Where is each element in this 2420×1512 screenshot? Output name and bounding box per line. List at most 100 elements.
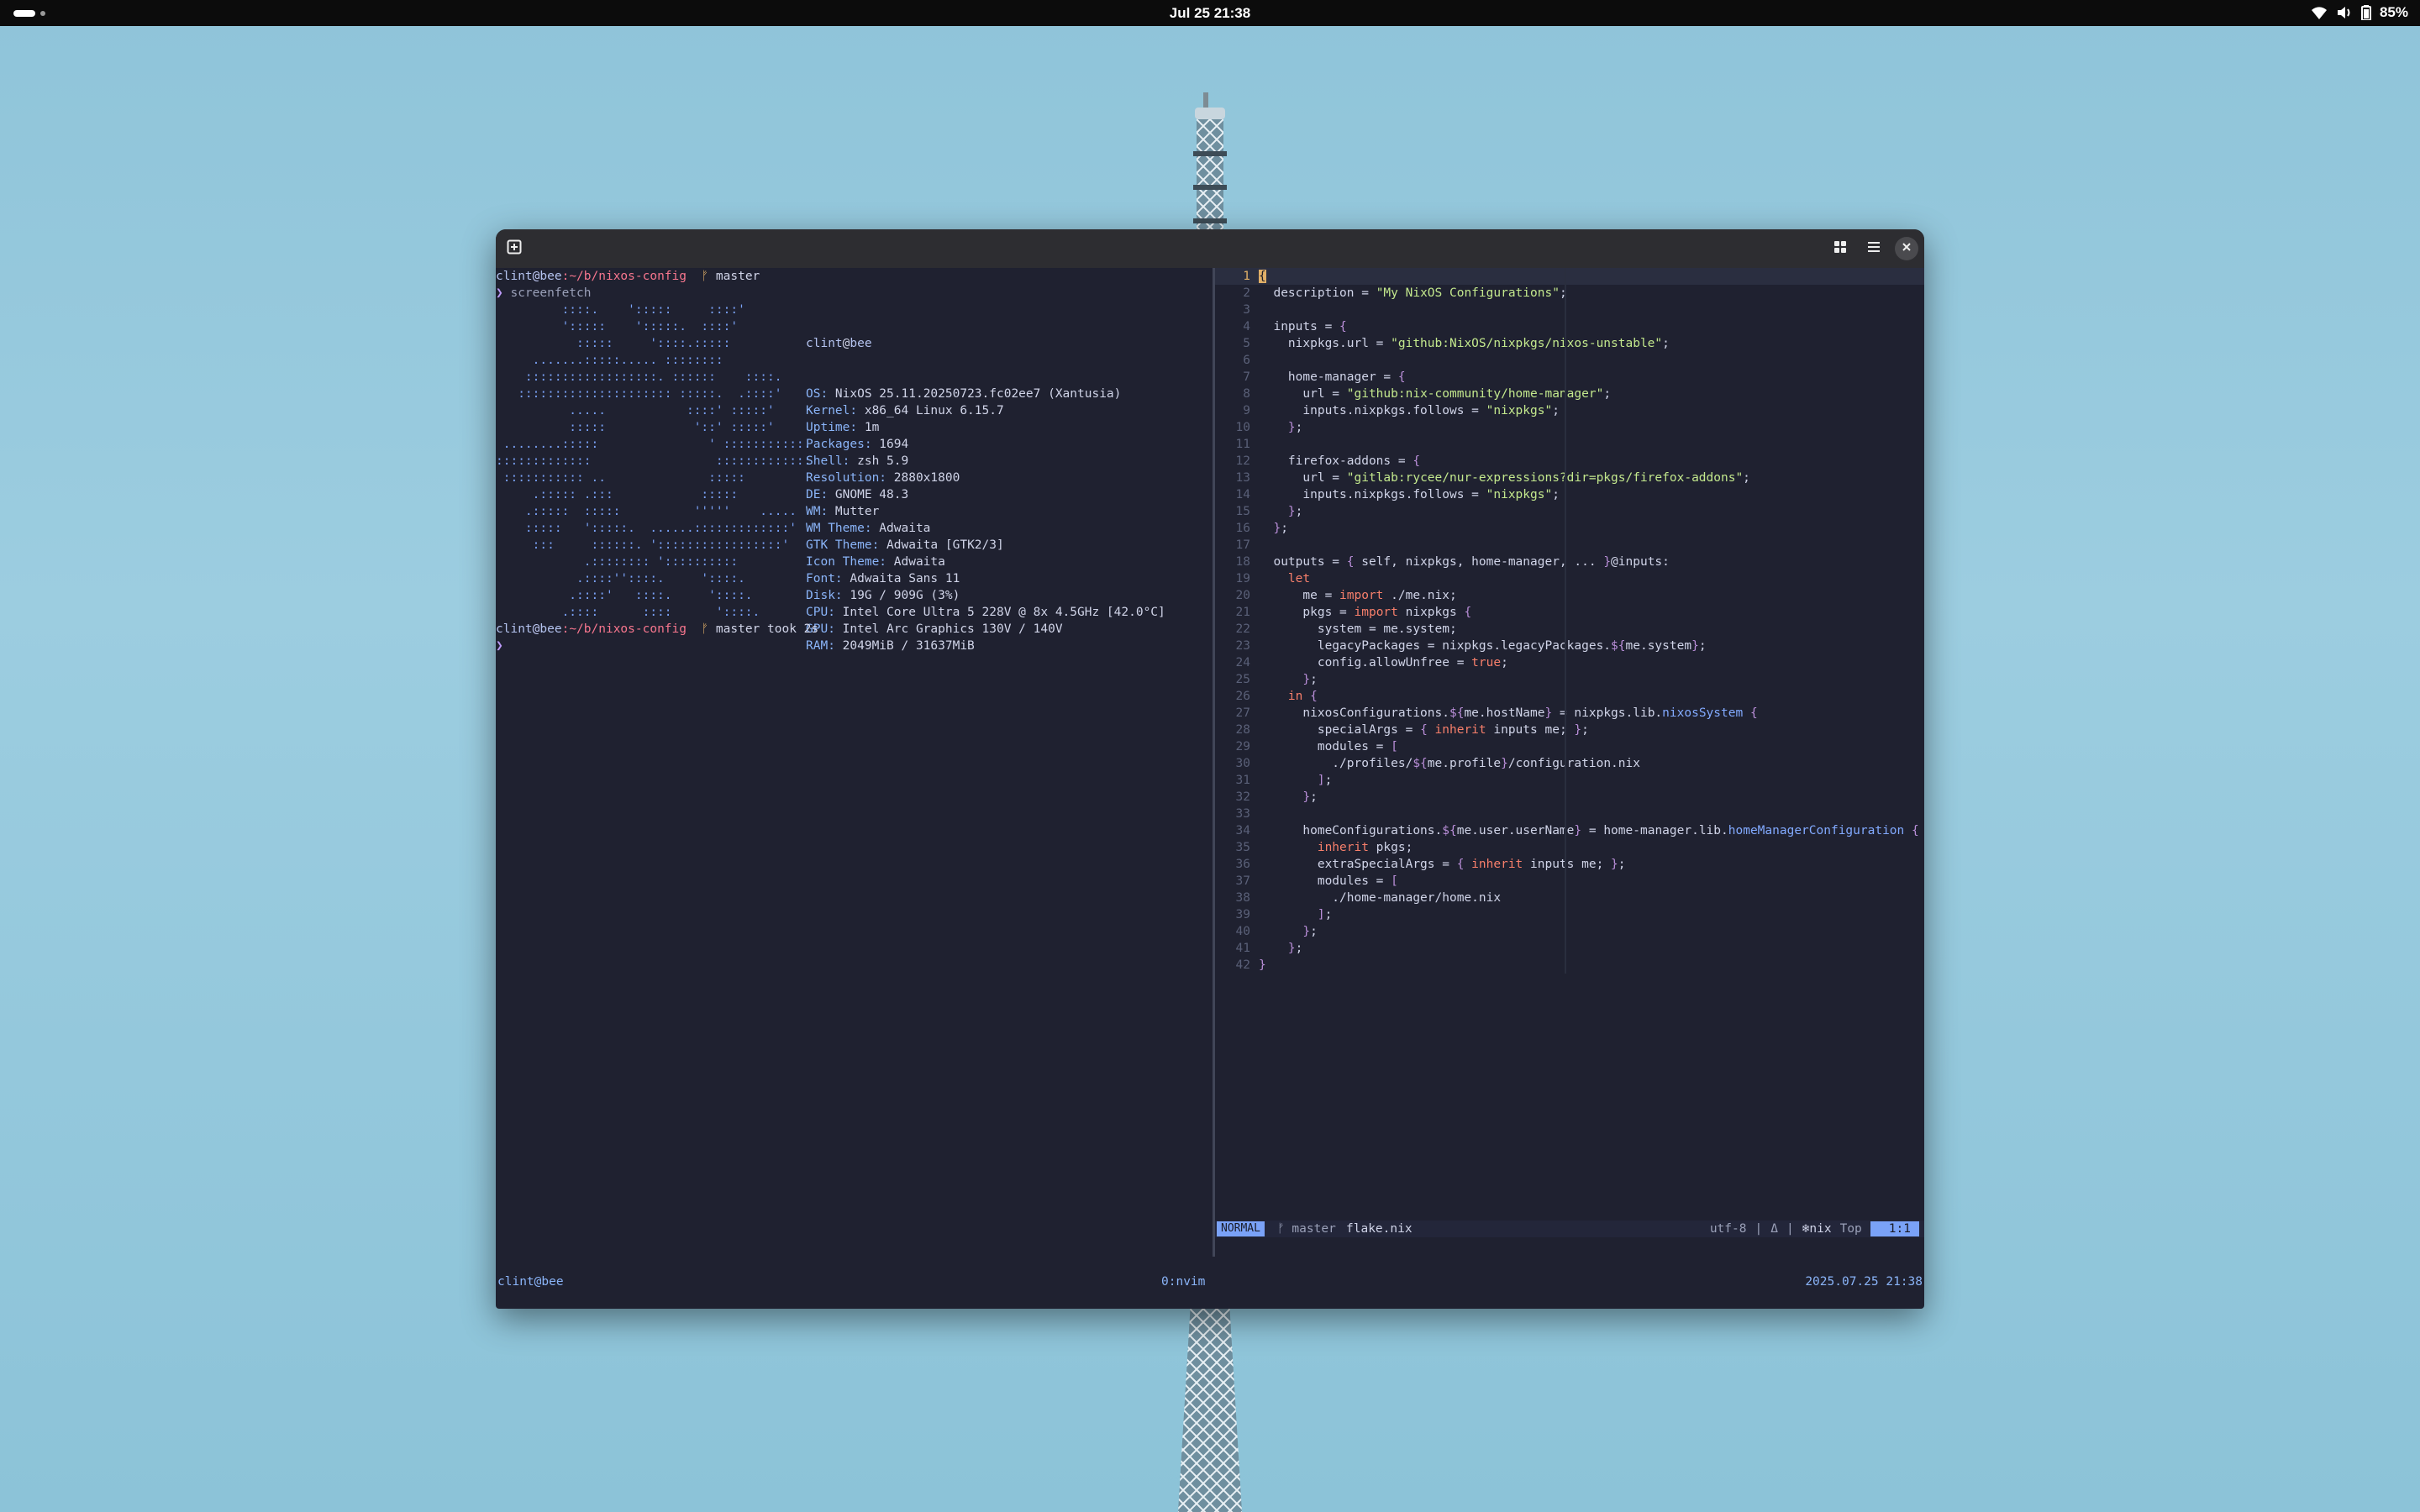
code-line[interactable]: }; [1259,671,1914,688]
line-number: 42 [1235,958,1250,972]
code-token: specialArgs = [1259,723,1421,737]
line-number: 24 [1235,656,1250,669]
code-line[interactable] [1259,352,1914,369]
code-line[interactable]: let [1259,570,1914,587]
volume-icon[interactable] [2336,5,2353,20]
code-token: inputs me; [1523,858,1612,871]
nvim-pane[interactable]: 1 2 3 4 5 6 7 8 9 10 11 12 13 14 15 16 17 18 19 20 21 22 23 24 2… [1215,268,1924,1257]
code-line[interactable]: ]; [1259,772,1914,789]
code-line[interactable]: homeConfigurations.${me.user.userName} =… [1259,822,1918,839]
code-token: ; [1581,723,1589,737]
line-number: 1 [1243,270,1250,283]
code-line[interactable]: pkgs = import nixpkgs { [1259,604,1914,621]
line-number: 2 [1243,286,1250,300]
code-line[interactable]: inherit pkgs; [1259,839,1914,856]
code-line[interactable]: inputs = { [1259,318,1914,335]
code-buffer[interactable]: { description = "My NixOS Configurations… [1259,268,1919,974]
code-line[interactable]: system = me.system; [1259,621,1914,638]
info-title-host: bee [850,337,872,350]
code-token: } [1302,673,1311,686]
git-branch-icon: ᚠ [701,270,709,283]
code-line[interactable]: nixpkgs.url = "github:NixOS/nixpkgs/nixo… [1259,335,1914,352]
system-tray[interactable]: 85% [2311,4,2408,21]
code-line[interactable]: ./home-manager/home.nix [1259,890,1914,906]
code-line[interactable]: legacyPackages = nixpkgs.legacyPackages.… [1259,638,1914,654]
info-row: Shell: zsh 5.9 [806,453,1165,470]
code-line[interactable]: } [1259,957,1914,974]
input-line[interactable]: ❯ [496,638,503,654]
clock[interactable]: Jul 25 21:38 [0,5,2420,22]
code-line[interactable]: url = "gitlab:rycee/nur-expressions?dir=… [1259,470,1914,486]
code-token: } [1259,958,1266,972]
logo-line: '::::: ':::::. ::::' [496,320,739,333]
code-token: } [1691,639,1699,653]
code-line[interactable] [1259,302,1914,318]
battery-icon[interactable] [2360,5,2371,20]
info-row: RAM: 2049MiB / 31637MiB [806,638,1165,654]
code-line[interactable]: me = import ./me.nix; [1259,587,1914,604]
code-line[interactable]: ]; [1259,906,1914,923]
code-line[interactable]: inputs.nixpkgs.follows = "nixpkgs"; [1259,486,1914,503]
code-line[interactable]: description = "My NixOS Configurations"; [1259,285,1914,302]
code-line[interactable]: inputs.nixpkgs.follows = "nixpkgs"; [1259,402,1914,419]
code-line[interactable]: outputs = { self, nixpkgs, home-manager,… [1259,554,1914,570]
line-number: 12 [1235,454,1250,468]
window-titlebar[interactable] [496,229,1924,268]
code-line[interactable] [1259,806,1914,822]
code-line[interactable]: modules = [ [1259,873,1914,890]
code-line[interactable]: }; [1259,923,1914,940]
code-token: pkgs; [1368,841,1413,854]
code-line[interactable]: extraSpecialArgs = { inherit inputs me; … [1259,856,1914,873]
code-token: legacyPackages = nixpkgs.legacyPackages. [1259,639,1612,653]
code-line[interactable]: firefox-addons = { [1259,453,1914,470]
code-line[interactable]: }; [1259,520,1914,537]
code-token: inputs me; [1486,723,1575,737]
code-token: { [1346,555,1355,569]
code-line[interactable] [1259,537,1914,554]
prompt-user: clint [496,270,533,283]
info-row: CPU: Intel Core Ultra 5 228V @ 8x 4.5GHz… [806,604,1165,621]
close-button[interactable] [1895,237,1918,260]
code-token: url = [1259,387,1347,401]
code-line[interactable]: nixosConfigurations.${me.hostName} = nix… [1259,705,1914,722]
code-line[interactable]: config.allowUnfree = true; [1259,654,1914,671]
code-token: config.allowUnfree = [1259,656,1472,669]
code-token: ; [1662,337,1670,350]
line-number: 6 [1243,354,1250,367]
code-token: } [1302,790,1311,804]
code-line[interactable]: }; [1259,789,1914,806]
code-line[interactable]: ./profiles/${me.profile}/configuration.n… [1259,755,1914,772]
code-line[interactable]: }; [1259,940,1914,957]
code-token: ${ [1442,824,1457,837]
new-tab-button[interactable] [502,237,526,260]
status-encoding: utf-8 [1709,1222,1747,1236]
code-line[interactable]: url = "github:nix-community/home-manager… [1259,386,1914,402]
code-token: } [1287,942,1296,955]
menu-button[interactable] [1862,237,1886,260]
line-number: 32 [1235,790,1250,804]
info-value: x86_64 Linux 6.15.7 [857,404,1004,417]
logo-line: .:::::::: ':::::::::: [496,555,739,569]
tmux-session[interactable]: clint@bee [497,1273,564,1290]
code-line[interactable]: }; [1259,419,1914,436]
code-token: ; [1310,790,1318,804]
code-token: modules = [1259,874,1392,888]
code-line[interactable]: modules = [ [1259,738,1914,755]
tmux-window[interactable]: 0:nvim [1161,1273,1205,1290]
tab-overview-button[interactable] [1828,237,1852,260]
code-token: ./home-manager/home.nix [1259,891,1502,905]
shell-pane[interactable]: clint@bee:~/b/nixos-config ᚠ master ❯ sc… [496,268,1212,1257]
code-line[interactable]: specialArgs = { inherit inputs me; }; [1259,722,1914,738]
code-line[interactable]: in { [1259,688,1914,705]
code-line[interactable]: { [1259,268,1914,285]
wifi-icon[interactable] [2311,5,2328,20]
prompt-host: bee [539,622,562,636]
code-token: inputs.nixpkgs.follows = [1259,488,1486,501]
logo-line: ::::::::::::::::::. :::::: ::::. [496,370,782,384]
code-line[interactable]: }; [1259,503,1914,520]
code-line[interactable] [1259,436,1914,453]
terminal-window[interactable]: clint@bee:~/b/nixos-config ᚠ master ❯ sc… [496,229,1924,1309]
code-line[interactable]: home-manager = { [1259,369,1914,386]
